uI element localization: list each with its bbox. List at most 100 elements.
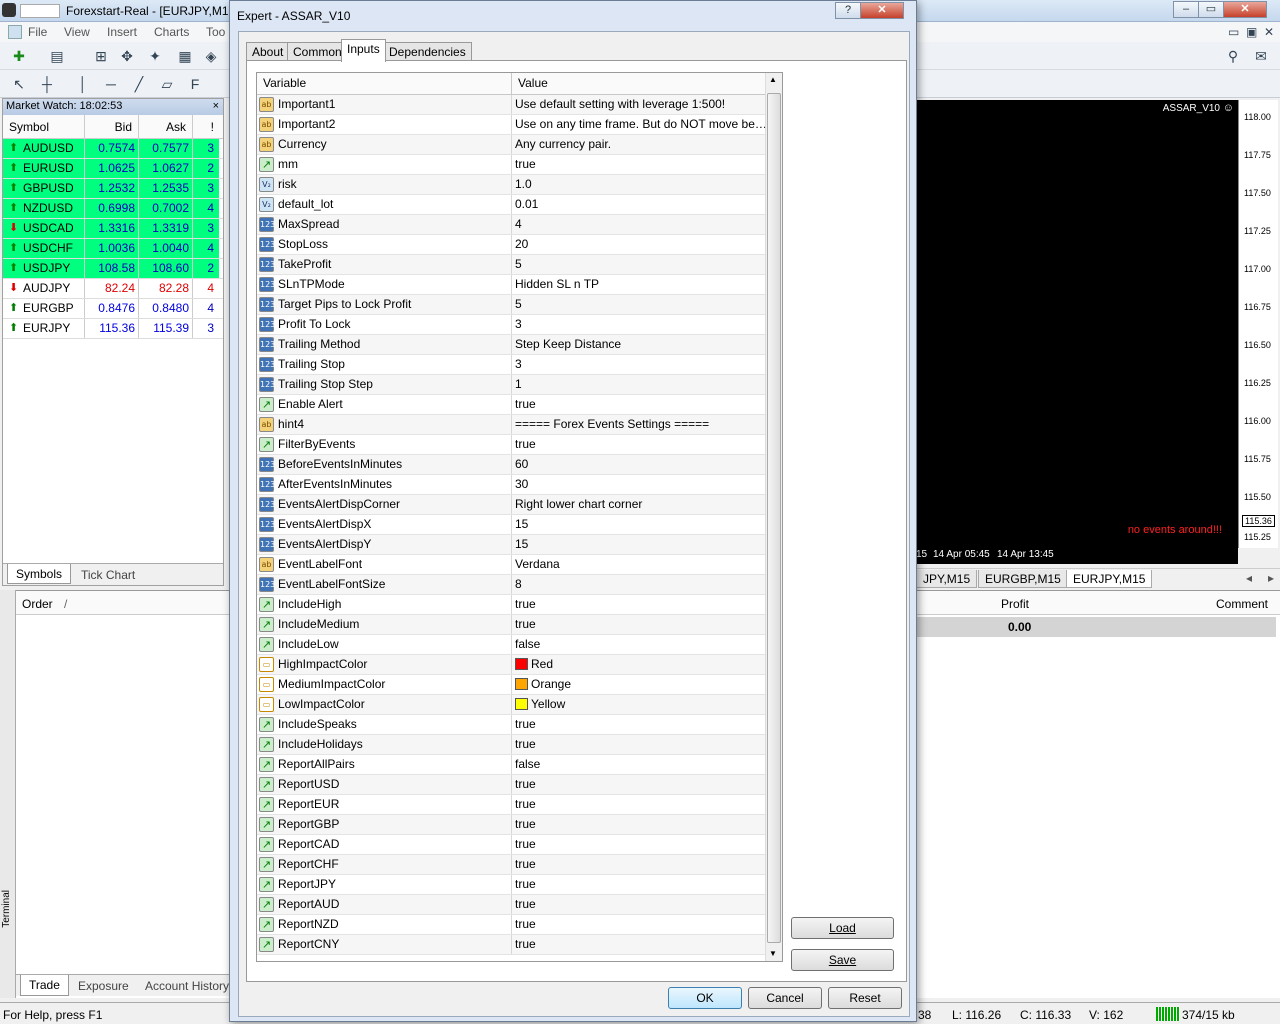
market-watch-row[interactable]: ⬆ AUDUSD 0.7574 0.7577 3: [3, 139, 223, 159]
param-value-cell[interactable]: 1.0: [512, 175, 767, 194]
param-row[interactable]: V₂ risk 1.0: [257, 175, 782, 195]
param-row[interactable]: 123 TakeProfit 5: [257, 255, 782, 275]
param-row[interactable]: ab Currency Any currency pair.: [257, 135, 782, 155]
param-value-cell[interactable]: Verdana: [512, 555, 767, 574]
minimize-button[interactable]: –: [1173, 1, 1199, 18]
menu-insert[interactable]: Insert: [107, 25, 137, 39]
param-row[interactable]: ↗ IncludeLow false: [257, 635, 782, 655]
param-row[interactable]: ↗ ReportEUR true: [257, 795, 782, 815]
param-value-cell[interactable]: true: [512, 395, 767, 414]
chat-icon[interactable]: ✉: [1252, 47, 1270, 65]
tab-about[interactable]: About: [246, 42, 290, 61]
market-watch-row[interactable]: ⬆ USDJPY 108.58 108.60 2: [3, 259, 223, 279]
terminal-icon[interactable]: ▦: [176, 47, 194, 65]
param-value-cell[interactable]: true: [512, 815, 767, 834]
close-button[interactable]: ✕: [1223, 1, 1267, 18]
param-row[interactable]: 123 BeforeEventsInMinutes 60: [257, 455, 782, 475]
param-value-cell[interactable]: 3: [512, 315, 767, 334]
param-value-cell[interactable]: true: [512, 435, 767, 454]
param-value-cell[interactable]: true: [512, 775, 767, 794]
col-bid[interactable]: Bid: [85, 115, 139, 138]
param-value-cell[interactable]: true: [512, 735, 767, 754]
param-value-cell[interactable]: true: [512, 855, 767, 874]
col-ask[interactable]: Ask: [139, 115, 193, 138]
param-value-cell[interactable]: true: [512, 895, 767, 914]
data-window-icon[interactable]: ✦: [146, 47, 164, 65]
maximize-button[interactable]: ▭: [1198, 1, 1224, 18]
scroll-thumb[interactable]: [767, 93, 781, 943]
crosshair-icon[interactable]: ┼: [38, 75, 56, 93]
param-value-cell[interactable]: 3: [512, 355, 767, 374]
dialog-close-button[interactable]: ✕: [860, 2, 904, 19]
tab-inputs[interactable]: Inputs: [341, 39, 386, 62]
param-row[interactable]: ab hint4 ===== Forex Events Settings =====: [257, 415, 782, 435]
param-row[interactable]: 123 EventsAlertDispCorner Right lower char…: [257, 495, 782, 515]
scroll-down-icon[interactable]: ▼: [769, 949, 777, 958]
chart-tab[interactable]: JPY,M15: [916, 570, 978, 588]
tab-dependencies[interactable]: Dependencies: [383, 42, 472, 61]
market-watch-row[interactable]: ⬆ EURUSD 1.0625 1.0627 2: [3, 159, 223, 179]
navigator-icon[interactable]: ✥: [118, 47, 136, 65]
chart-tab[interactable]: EURGBP,M15: [978, 570, 1068, 588]
ok-button[interactable]: OK: [668, 987, 742, 1009]
tab-trade[interactable]: Trade: [20, 975, 69, 996]
tabs-left-arrow-icon[interactable]: ◂: [1246, 571, 1252, 585]
market-watch-row[interactable]: ⬇ AUDJPY 82.24 82.28 4: [3, 279, 223, 299]
param-row[interactable]: ↗ ReportUSD true: [257, 775, 782, 795]
tab-tick-chart[interactable]: Tick Chart: [81, 568, 135, 582]
param-value-cell[interactable]: true: [512, 715, 767, 734]
param-value-cell[interactable]: Hidden SL n TP: [512, 275, 767, 294]
param-row[interactable]: ↗ mm true: [257, 155, 782, 175]
param-row[interactable]: ab Important1 Use default setting with lev…: [257, 95, 782, 115]
param-value-cell[interactable]: ===== Forex Events Settings =====: [512, 415, 767, 434]
param-row[interactable]: 123 AfterEventsInMinutes 30: [257, 475, 782, 495]
param-row[interactable]: ↗ Enable Alert true: [257, 395, 782, 415]
col-comment[interactable]: Comment: [1216, 597, 1268, 611]
col-symbol[interactable]: Symbol: [3, 115, 85, 138]
col-order[interactable]: Order: [22, 597, 53, 611]
param-value-cell[interactable]: true: [512, 835, 767, 854]
market-watch-row[interactable]: ⬆ USDCHF 1.0036 1.0040 4: [3, 239, 223, 259]
param-value-cell[interactable]: false: [512, 635, 767, 654]
param-row[interactable]: 123 Trailing Stop Step 1: [257, 375, 782, 395]
param-row[interactable]: 123 Trailing Method Step Keep Distance: [257, 335, 782, 355]
market-watch-row[interactable]: ⬆ EURGBP 0.8476 0.8480 4: [3, 299, 223, 319]
param-row[interactable]: 123 EventsAlertDispX 15: [257, 515, 782, 535]
horizontal-line-icon[interactable]: ─: [102, 75, 120, 93]
param-row[interactable]: ↗ ReportGBP true: [257, 815, 782, 835]
param-value-cell[interactable]: true: [512, 875, 767, 894]
param-value-cell[interactable]: 1: [512, 375, 767, 394]
profiles-icon[interactable]: ▤: [48, 47, 66, 65]
param-row[interactable]: 123 SLnTPMode Hidden SL n TP: [257, 275, 782, 295]
param-row[interactable]: ▭ LowImpactColor Yellow: [257, 695, 782, 715]
param-value-cell[interactable]: 30: [512, 475, 767, 494]
equidistant-channel-icon[interactable]: ▱: [158, 75, 176, 93]
strategy-tester-icon[interactable]: ◈: [202, 47, 220, 65]
search-icon[interactable]: ⚲: [1224, 47, 1242, 65]
close-inner-icon[interactable]: ✕: [1264, 25, 1274, 39]
save-button[interactable]: Save: [791, 949, 894, 971]
param-row[interactable]: ↗ ReportJPY true: [257, 875, 782, 895]
param-row[interactable]: 123 StopLoss 20: [257, 235, 782, 255]
param-value-cell[interactable]: false: [512, 755, 767, 774]
param-value-cell[interactable]: true: [512, 155, 767, 174]
param-row[interactable]: ab Important2 Use on any time frame. But d…: [257, 115, 782, 135]
param-row[interactable]: 123 EventLabelFontSize 8: [257, 575, 782, 595]
param-value-cell[interactable]: 4: [512, 215, 767, 234]
reset-button[interactable]: Reset: [828, 987, 902, 1009]
param-value-cell[interactable]: 15: [512, 535, 767, 554]
market-watch-row[interactable]: ⬆ GBPUSD 1.2532 1.2535 3: [3, 179, 223, 199]
param-value-cell[interactable]: Use default setting with leverage 1:500!: [512, 95, 767, 114]
tab-common[interactable]: Common: [287, 42, 348, 61]
tab-exposure[interactable]: Exposure: [78, 979, 129, 993]
menu-file[interactable]: File: [28, 25, 47, 39]
param-value-cell[interactable]: true: [512, 615, 767, 634]
menu-tools[interactable]: Too: [206, 25, 225, 39]
param-row[interactable]: ▭ HighImpactColor Red: [257, 655, 782, 675]
fibonacci-icon[interactable]: F: [186, 75, 204, 93]
param-row[interactable]: ab EventLabelFont Verdana: [257, 555, 782, 575]
param-value-cell[interactable]: Use on any time frame. But do NOT move b…: [512, 115, 767, 134]
param-value-cell[interactable]: 0.01: [512, 195, 767, 214]
param-row[interactable]: ↗ ReportNZD true: [257, 915, 782, 935]
param-value-cell[interactable]: true: [512, 935, 767, 954]
